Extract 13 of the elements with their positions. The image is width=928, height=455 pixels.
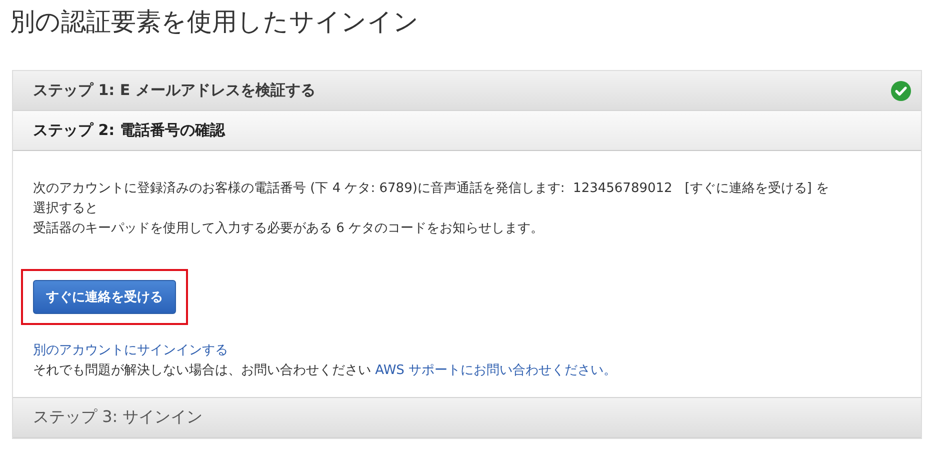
step-title: ステップ 3: サインイン — [33, 407, 203, 428]
instruction-text: 次のアカウントに登録済みのお客様の電話番号 (下 4 ケタ: 6789)に音声通話を発信します: 123456789012 [すぐに連絡を受ける] を 選択すると 受話器のキーパッドを使用して入力する必要がある 6 ケタのコードをお知らせします。 — [33, 180, 830, 238]
step-title: ステップ 1: E メールアドレスを検証する — [33, 81, 316, 100]
help-text: それでも問題が解決しない場合は、お問い合わせください AWS サポートにお問い合わせください。 — [33, 362, 618, 380]
page-title: 別の認証要素を使用したサインイン — [9, 6, 420, 38]
step-header[interactable]: ステップ 2: 電話番号の確認 — [13, 111, 921, 151]
step-header[interactable]: ステップ 1: E メールアドレスを検証する — [13, 71, 921, 111]
step-header[interactable]: ステップ 3: サインイン — [13, 398, 921, 438]
call-now-button[interactable]: すぐに連絡を受ける — [33, 280, 176, 314]
check-icon — [891, 80, 911, 100]
other-account-link[interactable]: 別のアカウントにサインインする — [33, 341, 901, 361]
support-link[interactable]: AWS サポートにお問い合わせください。 — [375, 363, 617, 378]
step-title: ステップ 2: 電話番号の確認 — [33, 121, 225, 140]
